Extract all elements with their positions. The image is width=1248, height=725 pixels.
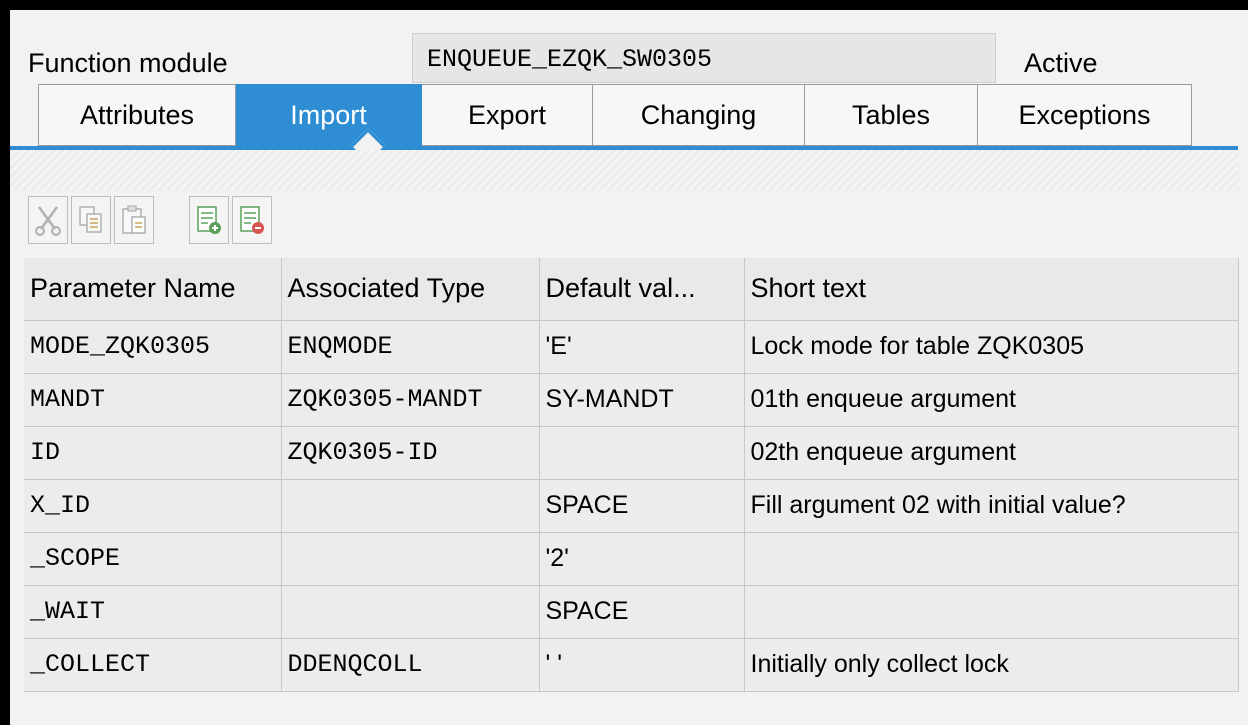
- tab-content-header: [10, 150, 1238, 190]
- associated-type-cell[interactable]: ZQK0305-ID: [281, 426, 540, 480]
- short-text-cell[interactable]: [744, 585, 1239, 639]
- tab-import[interactable]: Import: [236, 84, 422, 146]
- insert-row-button[interactable]: [189, 196, 229, 244]
- default-value-cell[interactable]: SPACE: [539, 479, 745, 533]
- tab-exceptions[interactable]: Exceptions: [978, 84, 1192, 146]
- tab-strip: Attributes Import Export Changing Tables…: [38, 84, 1192, 146]
- short-text-cell[interactable]: Initially only collect lock: [744, 638, 1239, 692]
- cut-icon: [35, 206, 61, 236]
- paste-icon: [122, 205, 146, 234]
- column-header-parameter-name[interactable]: Parameter Name: [24, 258, 282, 321]
- table-row: MODE_ZQK0305 ENQMODE 'E' Lock mode for t…: [24, 320, 1239, 374]
- associated-type-cell[interactable]: ENQMODE: [281, 320, 540, 374]
- default-value-cell[interactable]: '2': [539, 532, 745, 586]
- associated-type-cell[interactable]: [281, 479, 540, 533]
- column-header-default-value[interactable]: Default val...: [539, 258, 745, 321]
- parameter-name-cell[interactable]: _WAIT: [24, 585, 282, 639]
- associated-type-cell[interactable]: DDENQCOLL: [281, 638, 540, 692]
- table-row: _SCOPE '2': [24, 532, 1239, 586]
- status-text: Active: [1024, 48, 1098, 78]
- delete-row-icon: [240, 206, 264, 234]
- default-value-cell[interactable]: 'E': [539, 320, 745, 374]
- table-row: X_ID SPACE Fill argument 02 with initial…: [24, 479, 1239, 533]
- copy-button[interactable]: [71, 196, 111, 244]
- default-value-cell[interactable]: SY-MANDT: [539, 373, 745, 427]
- table-row: _WAIT SPACE: [24, 585, 1239, 639]
- column-header-associated-type[interactable]: Associated Type: [281, 258, 540, 321]
- parameter-name-cell[interactable]: MANDT: [24, 373, 282, 427]
- table-row: _COLLECT DDENQCOLL ' ' Initially only co…: [24, 638, 1239, 692]
- insert-row-icon: [197, 206, 221, 234]
- parameter-name-cell[interactable]: ID: [24, 426, 282, 480]
- parameter-name-cell[interactable]: MODE_ZQK0305: [24, 320, 282, 374]
- short-text-cell[interactable]: Lock mode for table ZQK0305: [744, 320, 1239, 374]
- associated-type-cell[interactable]: [281, 532, 540, 586]
- paste-button[interactable]: [114, 196, 154, 244]
- parameter-name-cell[interactable]: _COLLECT: [24, 638, 282, 692]
- tab-tables[interactable]: Tables: [805, 84, 978, 146]
- short-text-cell[interactable]: 01th enqueue argument: [744, 373, 1239, 427]
- short-text-cell[interactable]: 02th enqueue argument: [744, 426, 1239, 480]
- table-header-row: Parameter Name Associated Type Default v…: [24, 258, 1239, 321]
- default-value-cell[interactable]: ' ': [539, 638, 745, 692]
- short-text-cell[interactable]: Fill argument 02 with initial value?: [744, 479, 1239, 533]
- default-value-cell[interactable]: [539, 426, 745, 480]
- delete-row-button[interactable]: [232, 196, 272, 244]
- associated-type-cell[interactable]: ZQK0305-MANDT: [281, 373, 540, 427]
- parameter-toolbar: [28, 196, 275, 248]
- table-row: ID ZQK0305-ID 02th enqueue argument: [24, 426, 1239, 480]
- copy-icon: [79, 206, 102, 233]
- table-row: MANDT ZQK0305-MANDT SY-MANDT 01th enqueu…: [24, 373, 1239, 427]
- short-text-cell[interactable]: [744, 532, 1239, 586]
- default-value-cell[interactable]: SPACE: [539, 585, 745, 639]
- associated-type-cell[interactable]: [281, 585, 540, 639]
- function-module-label: Function module: [28, 48, 228, 78]
- parameter-name-cell[interactable]: X_ID: [24, 479, 282, 533]
- import-parameters-table: Parameter Name Associated Type Default v…: [24, 258, 1239, 692]
- function-module-name-field[interactable]: ENQUEUE_EZQK_SW0305: [412, 33, 996, 83]
- column-header-short-text[interactable]: Short text: [744, 258, 1239, 321]
- parameter-name-cell[interactable]: _SCOPE: [24, 532, 282, 586]
- tab-changing[interactable]: Changing: [593, 84, 805, 146]
- tab-attributes[interactable]: Attributes: [38, 84, 236, 146]
- tab-export[interactable]: Export: [422, 84, 593, 146]
- cut-button[interactable]: [28, 196, 68, 244]
